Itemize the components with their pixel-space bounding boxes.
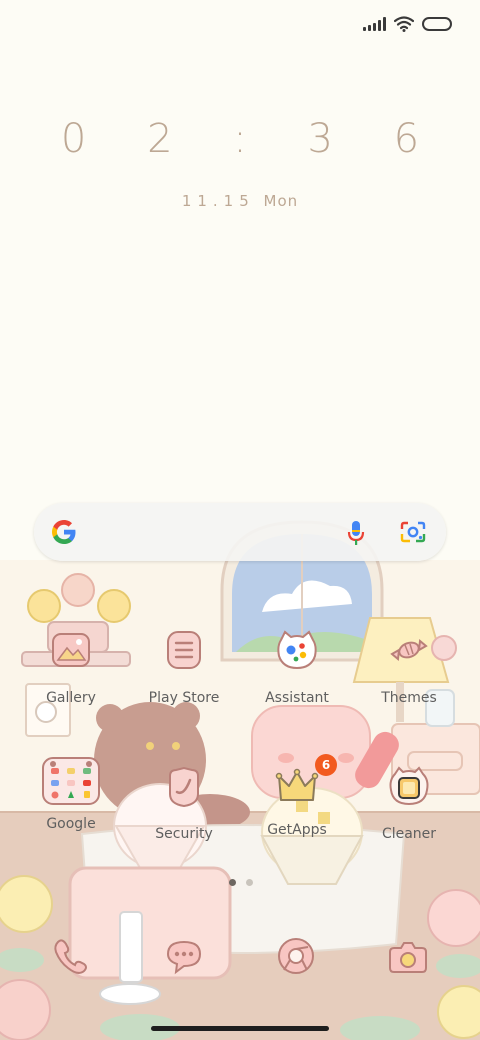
app-getapps[interactable]: 6 GetApps bbox=[242, 754, 352, 838]
signal-bars-icon bbox=[363, 17, 386, 31]
camera-icon[interactable] bbox=[386, 934, 430, 978]
app-label: Security bbox=[155, 826, 213, 842]
google-search-bar[interactable] bbox=[34, 503, 446, 561]
play-store-icon bbox=[167, 631, 201, 669]
app-label: GetApps bbox=[267, 822, 327, 838]
app-security[interactable]: Security bbox=[129, 764, 239, 842]
app-label: Themes bbox=[381, 690, 437, 706]
messages-icon[interactable] bbox=[162, 934, 206, 978]
app-gallery[interactable]: Gallery bbox=[16, 628, 126, 706]
google-lens-icon[interactable] bbox=[400, 520, 426, 544]
page-dot bbox=[246, 879, 253, 886]
getapps-icon-wrap: 6 bbox=[275, 754, 337, 808]
page-indicator[interactable] bbox=[229, 879, 253, 886]
microphone-icon[interactable] bbox=[346, 519, 366, 547]
battery-icon bbox=[422, 17, 452, 31]
app-assistant[interactable]: Assistant bbox=[242, 628, 352, 706]
phone-icon[interactable] bbox=[48, 934, 92, 978]
clock-date[interactable]: 11.15 Mon bbox=[0, 192, 480, 210]
app-label: Assistant bbox=[265, 690, 329, 706]
google-folder-icon bbox=[42, 757, 100, 805]
app-play-store[interactable]: Play Store bbox=[129, 628, 239, 706]
security-icon bbox=[169, 766, 199, 808]
wifi-icon bbox=[394, 16, 414, 32]
status-bar bbox=[363, 16, 452, 32]
home-gesture-bar[interactable] bbox=[151, 1026, 329, 1031]
cleaner-icon bbox=[389, 766, 429, 806]
app-google-folder[interactable]: Google bbox=[16, 757, 126, 832]
app-label: Gallery bbox=[46, 690, 96, 706]
page-dot-active bbox=[229, 879, 236, 886]
app-themes[interactable]: Themes bbox=[354, 628, 464, 706]
date-day: 11.15 bbox=[181, 192, 255, 210]
clock-time[interactable]: 0 2 : 3 6 bbox=[0, 116, 480, 162]
app-label: Google bbox=[46, 816, 96, 832]
date-weekday: Mon bbox=[263, 192, 299, 210]
assistant-icon bbox=[277, 630, 317, 670]
crown-icon bbox=[275, 768, 319, 801]
themes-candy-icon bbox=[390, 639, 428, 661]
app-label: Cleaner bbox=[381, 826, 437, 842]
app-label: Play Store bbox=[148, 690, 220, 706]
app-cleaner[interactable]: Cleaner bbox=[354, 764, 464, 842]
gallery-icon bbox=[52, 633, 90, 667]
notification-badge: 6 bbox=[315, 754, 337, 776]
google-g-icon bbox=[52, 520, 76, 544]
chrome-icon[interactable] bbox=[274, 934, 318, 978]
